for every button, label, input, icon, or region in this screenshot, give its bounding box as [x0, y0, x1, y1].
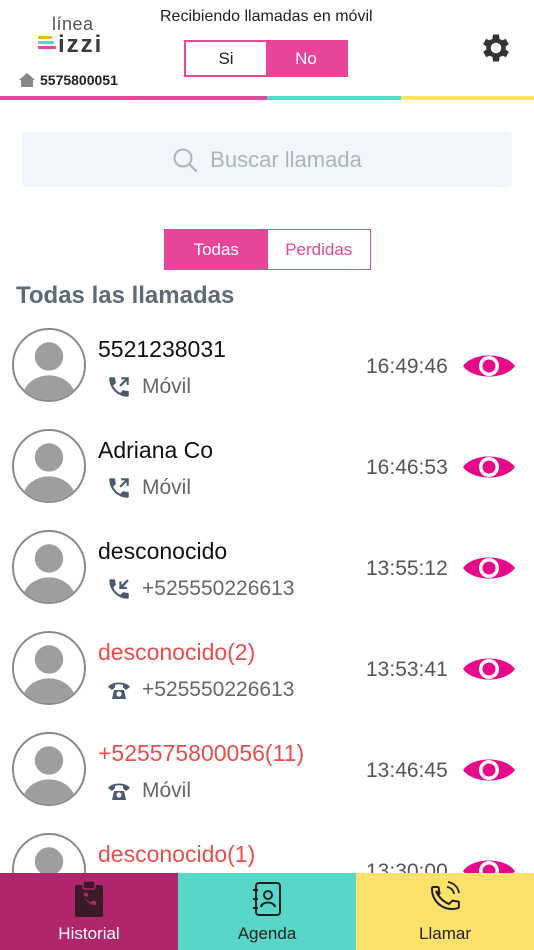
avatar — [12, 530, 86, 604]
caller-name: desconocido — [98, 538, 228, 564]
eye-icon[interactable] — [461, 550, 517, 586]
call-row[interactable]: desconocido +525550226613 13:55:12 — [0, 522, 534, 623]
line-number: 5575800051 — [18, 72, 118, 88]
brand-color-bar — [0, 96, 534, 100]
caller-name: 5521238031 — [98, 336, 226, 362]
missed-call-icon — [108, 682, 130, 699]
call-subline: Móvil — [106, 374, 191, 400]
home-icon — [19, 73, 35, 87]
avatar-placeholder-icon — [22, 544, 76, 602]
call-detail: Móvil — [142, 779, 192, 802]
caller-name: desconocido(1) — [98, 841, 256, 867]
avatar-placeholder-icon — [22, 746, 76, 804]
outgoing-call-icon — [109, 377, 129, 397]
receiving-label: Recibiendo llamadas en móvil — [160, 8, 373, 25]
logo-text-bottom: izzi — [58, 31, 104, 58]
search-placeholder: Buscar llamada — [210, 146, 362, 172]
search-input[interactable]: Buscar llamada — [22, 132, 512, 187]
call-row[interactable]: 5521238031 Móvil 16:49:46 — [0, 320, 534, 421]
avatar — [12, 631, 86, 705]
logo-stripes — [38, 36, 56, 54]
call-detail: +525550226613 — [142, 678, 295, 701]
avatar-placeholder-icon — [34, 847, 64, 873]
call-subline: Móvil — [106, 475, 191, 501]
avatar — [12, 328, 86, 402]
search-icon — [173, 148, 198, 172]
avatar — [12, 429, 86, 503]
call-time: 13:30:00 — [366, 860, 448, 873]
call-time: 16:49:46 — [366, 355, 448, 378]
filter-todas-button[interactable]: Todas — [165, 230, 268, 269]
call-subline: +525550226613 — [106, 677, 294, 703]
call-time: 16:46:53 — [366, 456, 448, 479]
call-time: 13:46:45 — [366, 759, 448, 782]
call-list[interactable]: 5521238031 Móvil 16:49:46 Adriana Co Móv… — [0, 320, 534, 873]
bottom-nav: Historial Agenda Llamar — [0, 873, 534, 950]
nav-agenda-label: Agenda — [237, 924, 297, 943]
section-title: Todas las llamadas — [16, 282, 235, 309]
gear-icon[interactable] — [478, 30, 514, 66]
call-row[interactable]: +525575800056(11) Móvil 13:46:45 — [0, 724, 534, 825]
eye-icon[interactable] — [461, 853, 517, 873]
filter-perdidas-button[interactable]: Perdidas — [267, 230, 370, 269]
nav-historial[interactable]: Historial — [0, 873, 178, 950]
avatar — [12, 833, 86, 873]
eye-icon[interactable] — [461, 651, 517, 687]
call-row[interactable]: Adriana Co Móvil 16:46:53 — [0, 421, 534, 522]
eye-icon[interactable] — [461, 449, 517, 485]
eye-icon[interactable] — [461, 348, 517, 384]
call-subline: +525550226613 — [106, 576, 294, 602]
call-detail: Móvil — [142, 375, 192, 398]
clipboard-phone-icon — [75, 880, 103, 917]
nav-llamar[interactable]: Llamar — [356, 873, 534, 950]
phone-number: 5575800051 — [40, 72, 118, 88]
call-filter: Todas Perdidas — [164, 229, 371, 270]
avatar-placeholder-icon — [22, 342, 76, 400]
contact-book-icon — [253, 882, 281, 916]
toggle-si-button[interactable]: Si — [186, 42, 266, 75]
phone-ringing-icon — [430, 881, 460, 911]
missed-call-icon — [108, 783, 130, 800]
call-row[interactable]: desconocido(2) +525550226613 13:53:41 — [0, 623, 534, 724]
app-header: línea izzi 5575800051 Recibiendo llamada… — [0, 0, 534, 100]
nav-agenda[interactable]: Agenda — [178, 873, 356, 950]
call-row[interactable]: desconocido(1) 13:30:00 — [0, 825, 534, 873]
incoming-call-icon — [109, 579, 129, 599]
eye-icon[interactable] — [461, 752, 517, 788]
nav-historial-label: Historial — [58, 924, 120, 943]
call-detail: Móvil — [142, 476, 192, 499]
call-time: 13:53:41 — [366, 658, 448, 681]
caller-name: +525575800056(11) — [98, 740, 305, 766]
caller-name: desconocido(2) — [98, 639, 256, 665]
avatar — [12, 732, 86, 806]
izzi-logo: línea izzi — [38, 14, 108, 58]
avatar-placeholder-icon — [22, 443, 76, 501]
outgoing-call-icon — [109, 478, 129, 498]
avatar-placeholder-icon — [22, 645, 76, 703]
mobile-receive-toggle: Si No — [184, 40, 348, 77]
toggle-no-button[interactable]: No — [266, 42, 346, 75]
caller-name: Adriana Co — [98, 437, 214, 463]
call-detail: +525550226613 — [142, 577, 295, 600]
call-time: 13:55:12 — [366, 557, 448, 580]
call-subline: Móvil — [106, 778, 191, 804]
nav-llamar-label: Llamar — [419, 924, 471, 943]
